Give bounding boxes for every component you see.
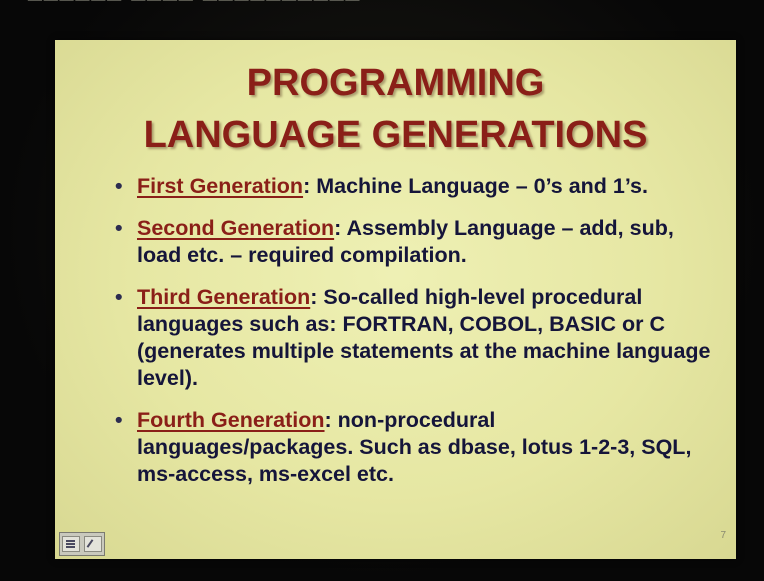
bullet-dot: • [115, 285, 123, 309]
list-item: • Second Generation: Assembly Language –… [115, 215, 715, 269]
slide-title-line-1: PROGRAMMING [246, 62, 545, 104]
slide-title-line-2: LANGUAGE GENERATIONS [143, 114, 648, 156]
bullet-list: • First Generation: Machine Language – 0… [115, 173, 715, 503]
generation-heading: Second Generation [137, 216, 335, 240]
generation-heading: Third Generation [137, 285, 311, 309]
generation-description: : Machine Language – 0’s and 1’s. [303, 174, 648, 198]
bullet-dot: • [115, 216, 123, 240]
list-item: • First Generation: Machine Language – 0… [115, 173, 715, 200]
bullet-dot: • [115, 408, 123, 432]
previous-slide-edge: ▀▀▀▀▀▀ ▀▀▀▀ ▀▀▀▀▀▀▀▀▀▀ [28, 0, 362, 12]
list-item: • Third Generation: So-called high-level… [115, 284, 715, 392]
generation-heading: Fourth Generation [137, 408, 325, 432]
bullet-dot: • [115, 174, 123, 198]
slideshow-controls [59, 532, 105, 556]
page-number: 7 [720, 530, 726, 541]
slide-menu-icon[interactable] [62, 536, 80, 552]
list-item: • Fourth Generation: non-procedural lang… [115, 407, 715, 488]
video-frame: ▀▀▀▀▀▀ ▀▀▀▀ ▀▀▀▀▀▀▀▀▀▀ PROGRAMMING LANGU… [0, 0, 764, 581]
generation-heading: First Generation [137, 174, 304, 198]
presentation-slide: PROGRAMMING LANGUAGE GENERATIONS • First… [55, 40, 736, 559]
pen-icon[interactable] [84, 536, 102, 552]
